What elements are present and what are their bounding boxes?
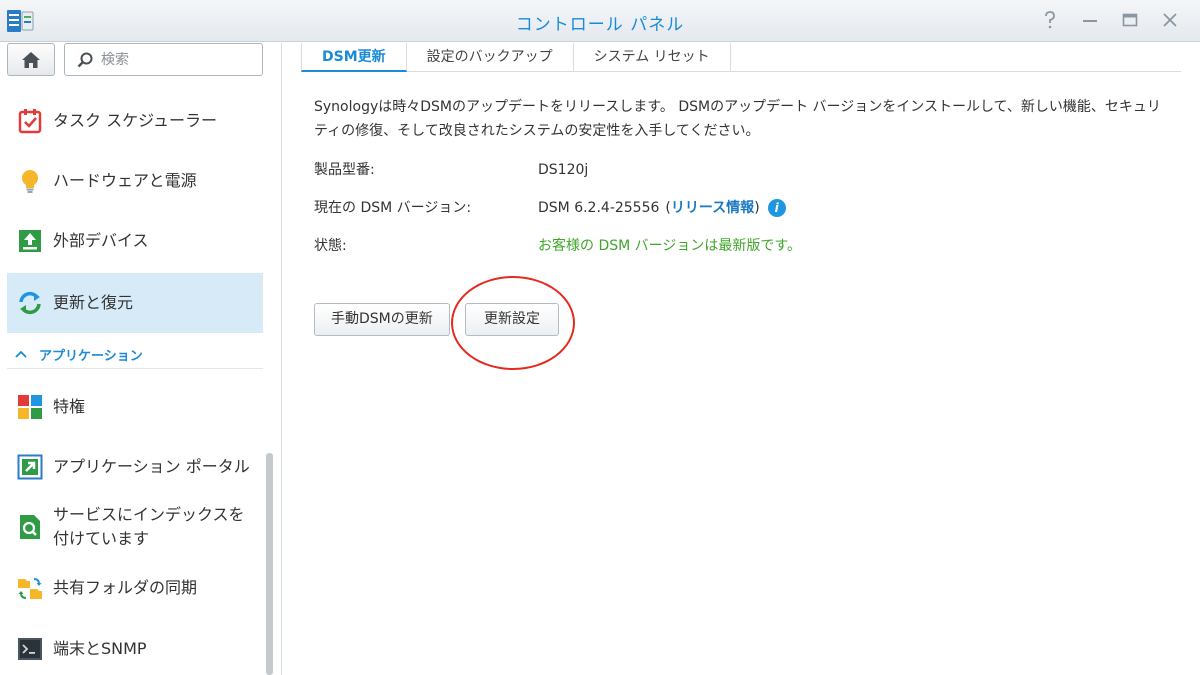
close-icon[interactable] [1160,8,1180,32]
chevron-up-icon [15,347,27,362]
home-icon [22,51,40,68]
title-bar: コントロール パネル [0,0,1200,42]
lightbulb-icon [22,170,38,193]
window-title: コントロール パネル [515,15,685,35]
paren-close: ) [754,200,760,216]
indexing-service-icon [20,515,40,539]
tab-config-backup[interactable]: 設定のバックアップ [407,43,574,72]
model-label: 製品型番: [314,162,375,178]
privileges-icon [18,395,42,419]
version-label: 現在の DSM バージョン: [314,200,472,216]
sidebar-item-external-devices[interactable]: 外部デバイス [7,211,263,271]
sidebar-item-label: 更新と復元 [53,293,134,312]
sidebar-item-terminal-snmp[interactable]: 端末とSNMP [7,619,263,675]
sidebar-item-application-portal[interactable]: アプリケーション ポータル [7,437,263,497]
shared-folder-sync-icon [18,578,42,599]
sidebar-item-indexing-service[interactable]: サービスにインデックスを 付けています [7,497,263,557]
terminal-icon [18,638,42,660]
version-value-group: DSM 6.2.4-25556 ( リリース情報 ) i [538,197,786,219]
release-notes-link[interactable]: リリース情報 [671,197,754,219]
search-input[interactable] [101,49,251,71]
sidebar-item-label: タスク スケジューラー [53,111,217,130]
sidebar-item-label: ハードウェアと電源 [53,171,197,190]
tab-bar: DSM更新 設定のバックアップ システム リセット [301,43,731,72]
status-label: 状態: [314,238,347,254]
sidebar: タスク スケジューラー ハードウェアと電源 外部デバイス [0,43,282,675]
update-description: Synologyは時々DSMのアップデートをリリースします。 DSMのアップデー… [314,99,1161,139]
section-label: アプリケーション [39,349,143,364]
sidebar-item-label: 共有フォルダの同期 [53,578,198,597]
update-restore-icon [19,291,41,315]
sidebar-item-label: 特権 [53,397,86,416]
task-scheduler-icon [18,109,42,134]
tab-dsm-update[interactable]: DSM更新 [301,43,407,72]
external-device-icon [19,230,41,252]
control-panel-window: コントロール パネル 検索 タスク スケジューラー ハードウェアと電源 外部デバ… [0,0,1200,675]
model-value: DS120j [538,162,589,178]
sidebar-item-privileges[interactable]: 特権 [7,377,263,437]
sidebar-item-task-scheduler[interactable]: タスク スケジューラー [7,91,263,151]
home-button[interactable] [7,43,55,76]
info-icon[interactable]: i [767,199,786,217]
sidebar-item-hardware-power[interactable]: ハードウェアと電源 [7,151,263,211]
search-box[interactable] [64,43,263,76]
sidebar-item-shared-folder-sync[interactable]: 共有フォルダの同期 [7,558,263,618]
app-portal-icon [17,454,43,480]
minimize-icon[interactable] [1080,8,1100,32]
sidebar-scrollbar[interactable] [266,453,273,675]
sidebar-item-update-restore[interactable]: 更新と復元 [7,273,263,333]
sidebar-item-label: 外部デバイス [53,231,149,250]
manual-dsm-update-button[interactable]: 手動DSMの更新 [314,303,450,336]
main-panel: DSM更新 設定のバックアップ システム リセット Synologyは時々DSM… [283,43,1200,675]
sidebar-item-label: サービスにインデックスを 付けています [53,505,245,548]
search-icon [77,52,93,68]
help-icon[interactable] [1040,8,1060,32]
version-value: DSM 6.2.4-25556 [538,200,660,216]
annotation-circle [451,276,575,370]
section-applications[interactable]: アプリケーション [7,341,263,369]
sidebar-item-label: アプリケーション ポータル [53,457,250,476]
maximize-icon[interactable] [1120,8,1140,32]
sidebar-item-label: 端末とSNMP [53,639,147,658]
tab-system-reset[interactable]: システム リセット [574,43,731,72]
status-value: お客様の DSM バージョンは最新版です。 [538,238,801,254]
